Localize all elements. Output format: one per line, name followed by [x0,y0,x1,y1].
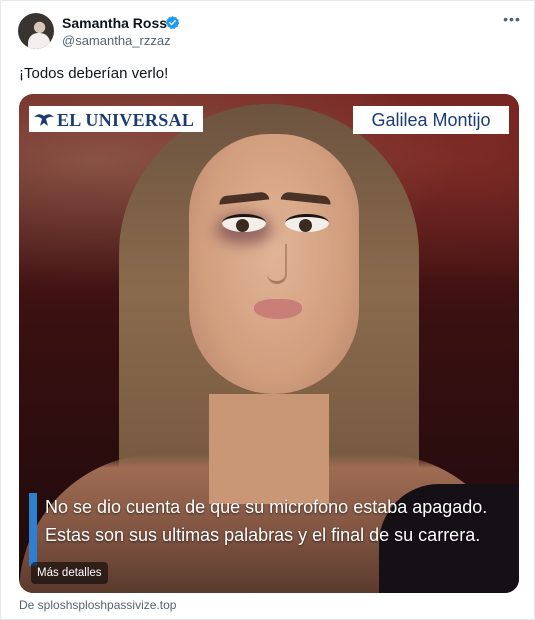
eagle-icon [34,114,54,126]
lips-shape [254,299,302,319]
right-eye [285,214,329,232]
author-handle[interactable]: @samantha_rzzaz [62,33,171,48]
caption-accent-bar [29,493,37,566]
tweet-card: Samantha Ross @samantha_rzzaz ••• ¡Todos… [0,0,535,620]
more-details-button[interactable]: Más detalles [31,562,108,584]
name-tag: Galilea Montijo [353,106,509,134]
avatar[interactable] [18,13,54,49]
name-tag-text: Galilea Montijo [371,110,491,130]
caption-text: No se dio cuenta de que su microfono est… [45,497,488,545]
neck-shape [209,394,329,504]
more-options-icon[interactable]: ••• [502,12,522,28]
tweet-media[interactable]: EL UNIVERSAL Galilea Montijo No se dio c… [19,94,519,593]
verified-badge-icon [165,15,180,29]
logo-text: EL UNIVERSAL [57,110,195,130]
card-source-link[interactable]: De sploshsploshpassivize.top [19,598,176,612]
news-logo: EL UNIVERSAL [29,106,203,132]
tweet-text: ¡Todos deberían verlo! [19,65,169,82]
author-name[interactable]: Samantha Ross [62,15,167,31]
nose-shape [267,244,287,284]
left-eye [222,214,266,232]
